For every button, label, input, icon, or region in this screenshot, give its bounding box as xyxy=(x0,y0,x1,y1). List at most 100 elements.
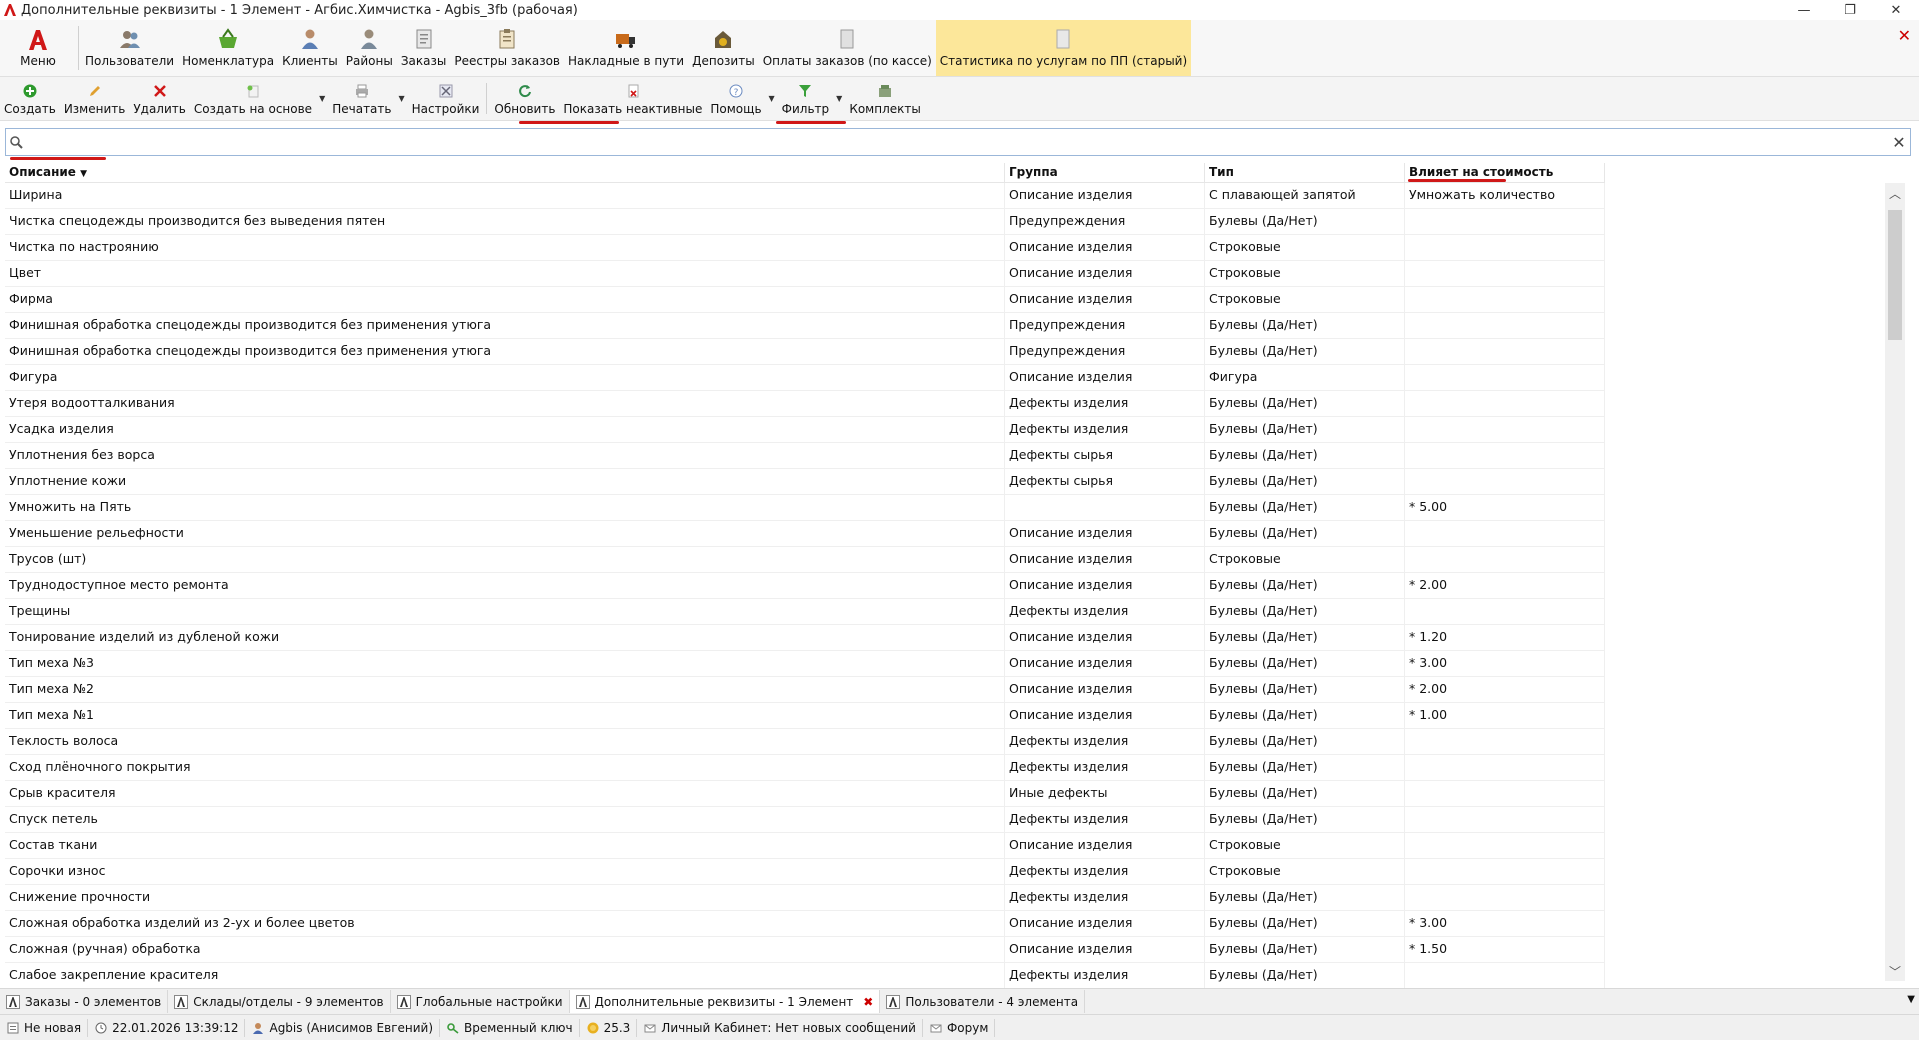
sort-down-icon: ▼ xyxy=(80,169,88,179)
close-panel-icon[interactable]: ✕ xyxy=(1898,26,1911,45)
status-cabinet[interactable]: Личный Кабинет: Нет новых сообщений xyxy=(637,1018,923,1037)
table-row[interactable]: Срыв красителя Иные дефекты Булевы (Да/Нет… xyxy=(5,781,1605,807)
filter-button[interactable]: Фильтр xyxy=(778,77,833,120)
table-row[interactable]: Труднодоступное место ремонта Описание из… xyxy=(5,573,1605,599)
clients-button[interactable]: Клиенты xyxy=(278,20,342,76)
table-row[interactable]: Состав ткани Описание изделия Строковые xyxy=(5,833,1605,859)
cell-description: Состав ткани xyxy=(5,833,1005,858)
print-dropdown-icon[interactable]: ▼ xyxy=(395,77,407,120)
table-row[interactable]: Теклость волоса Дефекты изделия Булевы (Да… xyxy=(5,729,1605,755)
tab-users[interactable]: Пользователи - 4 элемента xyxy=(880,990,1086,1013)
scroll-up-icon[interactable]: ︿ xyxy=(1885,183,1905,203)
service-statistics-button[interactable]: Статистика по услугам по ПП (старый) xyxy=(935,20,1192,76)
column-header-type[interactable]: Тип xyxy=(1205,163,1405,182)
table-row[interactable]: Снижение прочности Дефекты изделия Булевы … xyxy=(5,885,1605,911)
order-registers-button[interactable]: Реестры заказов xyxy=(450,20,564,76)
table-row[interactable]: Сложная (ручная) обработка Описание издел… xyxy=(5,937,1605,963)
cell-affects-cost xyxy=(1405,807,1605,832)
edit-button[interactable]: Изменить xyxy=(60,77,130,120)
tab-additional-attributes[interactable]: Дополнительные реквизиты - 1 Элемент ✖ xyxy=(569,990,881,1013)
table-row[interactable]: Уплотнение кожи Дефекты сырья Булевы (Да/Н… xyxy=(5,469,1605,495)
cell-group: Описание изделия xyxy=(1005,261,1205,286)
table-row[interactable]: Уменьшение рельефности Описание изделия Бу… xyxy=(5,521,1605,547)
table-row[interactable]: Тип меха №2 Описание изделия Булевы (Да/Не… xyxy=(5,677,1605,703)
cell-type: Булевы (Да/Нет) xyxy=(1205,469,1405,494)
table-row[interactable]: Тип меха №3 Описание изделия Булевы (Да/Не… xyxy=(5,651,1605,677)
tabs-dropdown-icon[interactable]: ▼ xyxy=(1907,994,1915,1005)
tab-global-settings[interactable]: Глобальные настройки xyxy=(391,990,570,1013)
search-input[interactable] xyxy=(26,134,1888,150)
cell-affects-cost xyxy=(1405,885,1605,910)
pencil-icon xyxy=(87,83,103,99)
deposits-button[interactable]: Депозиты xyxy=(688,20,759,76)
print-button[interactable]: Печатать xyxy=(328,77,395,120)
table-row[interactable]: Сорочки износ Дефекты изделия Строковые xyxy=(5,859,1605,885)
tab-orders[interactable]: Заказы - 0 элементов xyxy=(0,990,169,1013)
status-forum[interactable]: Форум xyxy=(923,1018,996,1037)
cell-group: Дефекты изделия xyxy=(1005,391,1205,416)
users-button[interactable]: Пользователи xyxy=(81,20,178,76)
table-row[interactable]: Финишная обработка спецодежды производит… xyxy=(5,339,1605,365)
table-row[interactable]: Уплотнения без ворса Дефекты сырья Булевы … xyxy=(5,443,1605,469)
cell-group: Дефекты изделия xyxy=(1005,885,1205,910)
table-row[interactable]: Цвет Описание изделия Строковые xyxy=(5,261,1605,287)
scrollbar-thumb[interactable] xyxy=(1888,210,1902,340)
table-row[interactable]: Сложная обработка изделий из 2-ух и боле… xyxy=(5,911,1605,937)
kits-button[interactable]: Комплекты xyxy=(845,77,925,120)
table-header: Описание ▼ Группа Тип Влияет на стоимост… xyxy=(5,163,1605,183)
help-button[interactable]: ? Помощь xyxy=(706,77,765,120)
table-row[interactable]: Утеря водоотталкивания Дефекты изделия Бул… xyxy=(5,391,1605,417)
clear-search-icon[interactable]: ✕ xyxy=(1888,133,1910,152)
waybills-button[interactable]: Накладные в пути xyxy=(564,20,688,76)
filter-dropdown-icon[interactable]: ▼ xyxy=(833,77,845,120)
table-row[interactable]: Фирма Описание изделия Строковые xyxy=(5,287,1605,313)
minimize-icon[interactable]: — xyxy=(1781,0,1827,20)
tab-warehouses[interactable]: Склады/отделы - 9 элементов xyxy=(168,990,391,1013)
separator xyxy=(78,26,79,70)
help-label: Помощь xyxy=(710,102,762,116)
table-row[interactable]: Чистка по настроянию Описание изделия Стро… xyxy=(5,235,1605,261)
settings-button[interactable]: Настройки xyxy=(408,77,484,120)
column-header-description[interactable]: Описание ▼ xyxy=(5,163,1005,182)
create-button[interactable]: Создать xyxy=(0,77,60,120)
districts-button[interactable]: Районы xyxy=(342,20,397,76)
window-close-icon[interactable]: ✕ xyxy=(1873,0,1919,20)
table-row[interactable]: Трусов (шт) Описание изделия Строковые xyxy=(5,547,1605,573)
menu-button[interactable]: Меню xyxy=(0,20,76,76)
payment-doc-icon xyxy=(840,29,854,49)
table-row[interactable]: Фигура Описание изделия Фигура xyxy=(5,365,1605,391)
cell-group: Дефекты изделия xyxy=(1005,807,1205,832)
deposits-label: Депозиты xyxy=(692,54,755,68)
order-payments-button[interactable]: Оплаты заказов (по кассе) xyxy=(759,20,936,76)
table-body: Ширина Описание изделия С плавающей запято… xyxy=(5,183,1605,1015)
column-header-group[interactable]: Группа xyxy=(1005,163,1205,182)
scroll-down-icon[interactable]: ﹀ xyxy=(1885,961,1905,981)
table-row[interactable]: Тип меха №1 Описание изделия Булевы (Да/Не… xyxy=(5,703,1605,729)
table-row[interactable]: Трещины Дефекты изделия Булевы (Да/Нет) xyxy=(5,599,1605,625)
search-underline xyxy=(10,157,106,160)
table-row[interactable]: Умножить на Пять Булевы (Да/Нет) * 5.00 xyxy=(5,495,1605,521)
table-row[interactable]: Спуск петель Дефекты изделия Булевы (Да/Не… xyxy=(5,807,1605,833)
nomenclature-button[interactable]: Номенклатура xyxy=(178,20,278,76)
table-row[interactable]: Тонирование изделий из дубленой кожи Опис… xyxy=(5,625,1605,651)
create-based-dropdown-icon[interactable]: ▼ xyxy=(316,77,328,120)
delete-button[interactable]: Удалить xyxy=(129,77,190,120)
table-row[interactable]: Финишная обработка спецодежды производит… xyxy=(5,313,1605,339)
close-tab-icon[interactable]: ✖ xyxy=(863,995,873,1009)
show-inactive-button[interactable]: Показать неактивные xyxy=(559,77,706,120)
table-row[interactable]: Чистка спецодежды производится без вывед… xyxy=(5,209,1605,235)
help-dropdown-icon[interactable]: ▼ xyxy=(766,77,778,120)
vertical-scrollbar[interactable]: ︿ ﹀ xyxy=(1885,183,1905,981)
table-row[interactable]: Усадка изделия Дефекты изделия Булевы (Да/… xyxy=(5,417,1605,443)
restore-icon[interactable]: ❐ xyxy=(1827,0,1873,20)
cell-group: Описание изделия xyxy=(1005,651,1205,676)
table-row[interactable]: Ширина Описание изделия С плавающей запято… xyxy=(5,183,1605,209)
refresh-button[interactable]: Обновить xyxy=(490,77,559,120)
orders-button[interactable]: Заказы xyxy=(397,20,451,76)
create-based-on-button[interactable]: Создать на основе xyxy=(190,77,316,120)
kits-label: Комплекты xyxy=(849,102,921,116)
column-header-affects-cost[interactable]: Влияет на стоимость xyxy=(1405,163,1605,182)
table-row[interactable]: Сход плёночного покрытия Дефекты изделия Б… xyxy=(5,755,1605,781)
show-inactive-label: Показать неактивные xyxy=(563,102,703,116)
table-row[interactable]: Слабое закрепление красителя Дефекты изде… xyxy=(5,963,1605,989)
